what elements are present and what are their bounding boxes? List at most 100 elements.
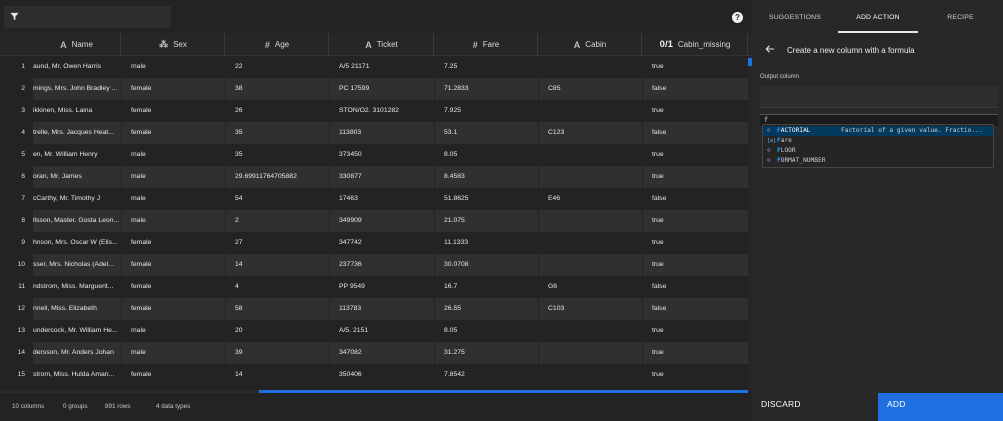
cell-name[interactable]: trelle, Mrs. Jacques Heat... [33, 122, 121, 144]
cell-name[interactable]: llsson, Master. Gosta Leon... [33, 210, 121, 232]
table-row[interactable]: 9 hnson, Mrs. Oscar W (Elis... female 27 347… [0, 232, 752, 254]
cell-cabin-missing[interactable]: false [643, 78, 748, 100]
table-row[interactable]: 15 strom, Miss. Hulda Aman... female 14 3504… [0, 364, 752, 386]
cell-ticket[interactable]: 330877 [330, 166, 434, 188]
cell-ticket[interactable]: 17463 [330, 188, 434, 210]
cell-fare[interactable]: 7.25 [435, 56, 538, 78]
autocomplete-item[interactable]: ⊙ FLOOR [763, 146, 993, 156]
cell-cabin-missing[interactable]: true [643, 342, 748, 364]
table-row[interactable]: 5 en, Mr. William Henry male 35 373450 8.05 tr… [0, 144, 752, 166]
cell-sex[interactable]: male [122, 144, 225, 166]
back-arrow-icon[interactable] [765, 44, 775, 54]
cell-age[interactable]: 20 [226, 320, 329, 342]
autocomplete-item[interactable]: ⊙ FACTORIAL Factorial of a given value. Fr… [763, 126, 993, 136]
cell-cabin[interactable] [539, 254, 642, 276]
table-row[interactable]: 6 oran, Mr. James male 29.69911764705882 330… [0, 166, 752, 188]
cell-fare[interactable]: 21.075 [435, 210, 538, 232]
table-row[interactable]: 12 nnell, Miss. Elizabeth female 58 113783 26… [0, 298, 752, 320]
cell-fare[interactable]: 7.8542 [435, 364, 538, 386]
cell-cabin-missing[interactable]: false [643, 188, 748, 210]
table-row[interactable]: 2 mings, Mrs. John Bradley ... female 38 PC … [0, 78, 752, 100]
cell-cabin[interactable] [539, 364, 642, 386]
cell-fare[interactable]: 7.925 [435, 100, 538, 122]
cell-name[interactable]: ndstrom, Miss. Marguerit... [33, 276, 121, 298]
cell-age[interactable]: 58 [226, 298, 329, 320]
cell-sex[interactable]: female [122, 254, 225, 276]
cell-ticket[interactable]: 350406 [330, 364, 434, 386]
cell-sex[interactable]: female [122, 78, 225, 100]
cell-fare[interactable]: 31.275 [435, 342, 538, 364]
table-row[interactable]: 3 ikkinen, Miss. Laina female 26 STON/O2. 31… [0, 100, 752, 122]
cell-age[interactable]: 4 [226, 276, 329, 298]
cell-cabin[interactable]: C103 [539, 298, 642, 320]
cell-cabin-missing[interactable]: true [643, 144, 748, 166]
cell-cabin-missing[interactable]: true [643, 232, 748, 254]
cell-cabin[interactable]: G6 [539, 276, 642, 298]
cell-sex[interactable]: female [122, 298, 225, 320]
cell-age[interactable]: 2 [226, 210, 329, 232]
cell-ticket[interactable]: 113783 [330, 298, 434, 320]
cell-sex[interactable]: female [122, 232, 225, 254]
cell-cabin-missing[interactable]: true [643, 100, 748, 122]
cell-fare[interactable]: 51.8625 [435, 188, 538, 210]
table-row[interactable]: 7 cCarthy, Mr. Timothy Jmale 54 17463 51.862… [0, 188, 752, 210]
column-header-ticket[interactable]: A Ticket [330, 33, 434, 56]
cell-ticket[interactable]: PC 17599 [330, 78, 434, 100]
cell-cabin-missing[interactable]: false [643, 122, 748, 144]
cell-cabin-missing[interactable]: false [643, 298, 748, 320]
column-header-fare[interactable]: # Fare [435, 33, 538, 56]
cell-cabin-missing[interactable]: false [643, 276, 748, 298]
cell-age[interactable]: 27 [226, 232, 329, 254]
cell-name[interactable]: strom, Miss. Hulda Aman... [33, 364, 121, 386]
cell-age[interactable]: 26 [226, 100, 329, 122]
cell-fare[interactable]: 11.1333 [435, 232, 538, 254]
cell-cabin[interactable] [539, 210, 642, 232]
cell-cabin[interactable]: C85 [539, 78, 642, 100]
cell-age[interactable]: 39 [226, 342, 329, 364]
cell-cabin-missing[interactable]: true [643, 320, 748, 342]
cell-cabin-missing[interactable]: true [643, 210, 748, 232]
table-row[interactable]: 14 dersson, Mr. Anders Johan male 39 347082 3… [0, 342, 752, 364]
column-header-sex[interactable]: ⁂ Sex [122, 33, 225, 56]
cell-cabin[interactable] [539, 342, 642, 364]
cell-sex[interactable]: female [122, 276, 225, 298]
cell-age[interactable]: 38 [226, 78, 329, 100]
cell-ticket[interactable]: PP 9549 [330, 276, 434, 298]
cell-cabin-missing[interactable]: true [643, 166, 748, 188]
cell-sex[interactable]: male [122, 166, 225, 188]
table-row[interactable]: 11 ndstrom, Miss. Marguerit... female 4 PP 9… [0, 276, 752, 298]
tab-suggestions[interactable]: SUGGESTIONS [752, 0, 838, 33]
table-row[interactable]: 4 trelle, Mrs. Jacques Heat... female 35 113… [0, 122, 752, 144]
cell-ticket[interactable]: 113803 [330, 122, 434, 144]
cell-name[interactable]: mings, Mrs. John Bradley ... [33, 78, 121, 100]
cell-age[interactable]: 35 [226, 144, 329, 166]
cell-fare[interactable]: 16.7 [435, 276, 538, 298]
tab-add-action[interactable]: ADD ACTION [838, 0, 918, 33]
cell-name[interactable]: undercock, Mr. William He... [33, 320, 121, 342]
cell-name[interactable]: aund, Mr. Owen Harris [33, 56, 121, 78]
help-icon[interactable]: ? [732, 12, 743, 23]
cell-sex[interactable]: male [122, 188, 225, 210]
cell-age[interactable]: 29.69911764705882 [226, 166, 329, 188]
cell-name[interactable]: en, Mr. William Henry [33, 144, 121, 166]
cell-cabin-missing[interactable]: true [643, 56, 748, 78]
cell-name[interactable]: ikkinen, Miss. Laina [33, 100, 121, 122]
cell-age[interactable]: 35 [226, 122, 329, 144]
cell-name[interactable]: hnson, Mrs. Oscar W (Elis... [33, 232, 121, 254]
cell-sex[interactable]: female [122, 122, 225, 144]
table-row[interactable]: 8 llsson, Master. Gosta Leon... male 2 34990… [0, 210, 752, 232]
cell-ticket[interactable]: A/5. 2151 [330, 320, 434, 342]
add-button[interactable]: ADD [878, 393, 1003, 421]
cell-fare[interactable]: 53.1 [435, 122, 538, 144]
cell-fare[interactable]: 71.2833 [435, 78, 538, 100]
cell-name[interactable]: oran, Mr. James [33, 166, 121, 188]
cell-cabin[interactable] [539, 166, 642, 188]
cell-cabin[interactable] [539, 144, 642, 166]
filter-bar[interactable] [4, 6, 171, 28]
cell-cabin[interactable]: C123 [539, 122, 642, 144]
cell-sex[interactable]: female [122, 364, 225, 386]
table-row[interactable]: 13 undercock, Mr. William He... male 20 A/5.… [0, 320, 752, 342]
autocomplete-item[interactable]: [⊙] Fare [763, 136, 993, 146]
cell-cabin[interactable] [539, 100, 642, 122]
cell-fare[interactable]: 8.05 [435, 320, 538, 342]
